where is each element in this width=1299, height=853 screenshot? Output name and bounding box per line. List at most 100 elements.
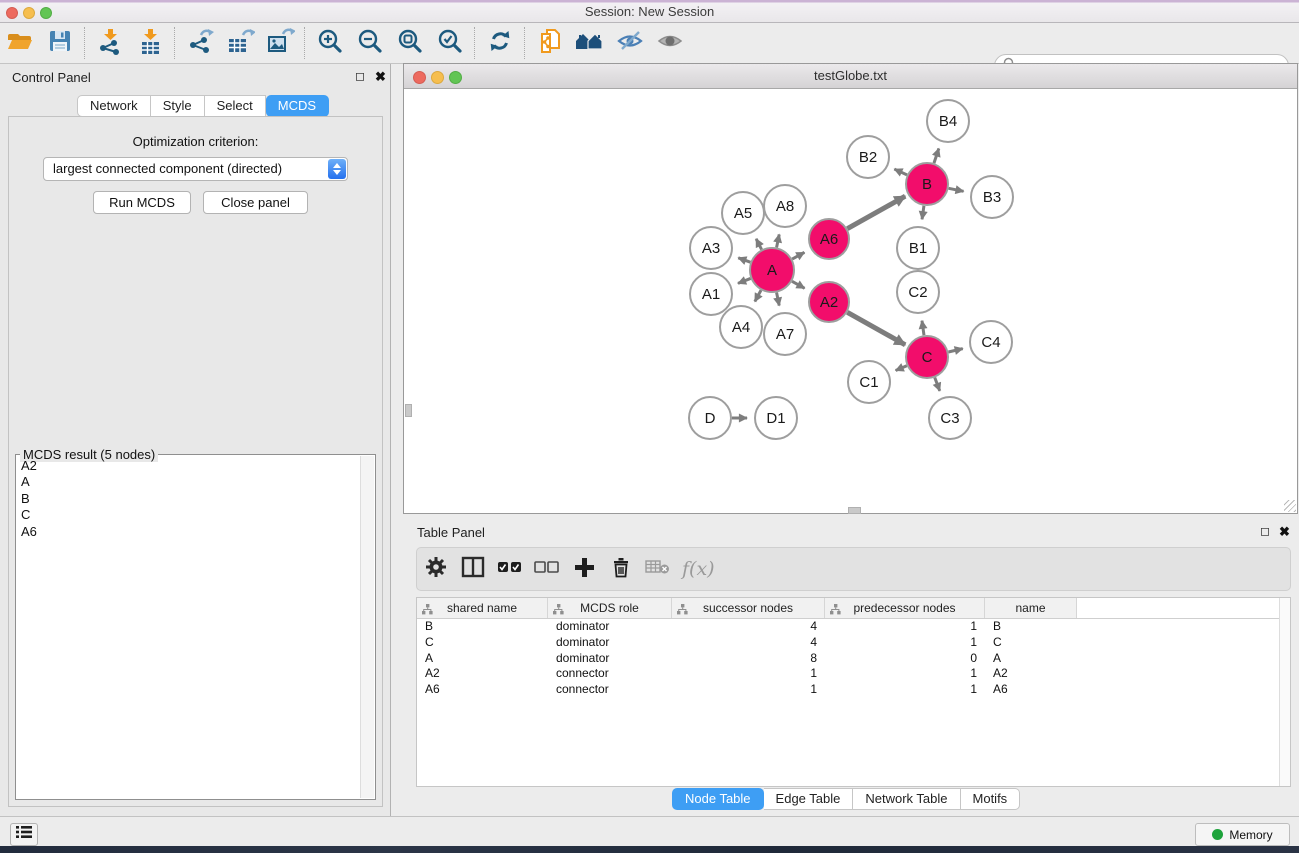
hide-unselected-button[interactable] [610,27,650,59]
duplicate-network-button[interactable] [530,27,570,59]
memory-button[interactable]: Memory [1195,823,1290,846]
close-table-panel-icon[interactable]: ✖ [1279,524,1290,540]
table-cell[interactable]: A2 [417,666,548,682]
table-cell[interactable]: connector [548,682,672,698]
edge-A-A6[interactable] [792,252,804,259]
table-cell[interactable]: A6 [417,682,548,698]
zoom-out-button[interactable] [350,27,390,59]
table-cell[interactable]: B [417,619,548,635]
edge-B-B1[interactable] [922,206,924,219]
export-table-button[interactable] [220,27,260,59]
table-cell[interactable]: 1 [825,635,985,651]
export-image-button[interactable] [260,27,300,59]
tab-style[interactable]: Style [151,95,205,117]
zoom-network-light[interactable] [449,71,462,84]
run-mcds-button[interactable]: Run MCDS [93,191,191,214]
tab-network[interactable]: Network [77,95,151,117]
table-cell[interactable]: A [985,651,1077,667]
close-panel-button[interactable]: Close panel [203,191,308,214]
delete-table-button[interactable] [639,553,676,585]
edge-C-C1[interactable] [896,366,907,371]
table-scrollbar[interactable] [1279,598,1290,786]
table-cell[interactable]: dominator [548,651,672,667]
table-cell[interactable]: dominator [548,635,672,651]
table-cell[interactable]: 1 [672,682,825,698]
refresh-button[interactable] [480,27,520,59]
result-item[interactable]: B [18,491,360,507]
save-button[interactable] [40,27,80,59]
float-table-panel-icon[interactable]: ◻ [1260,524,1270,538]
show-columns-button[interactable] [454,553,491,585]
table-cell[interactable]: A6 [985,682,1077,698]
edge-A6-B[interactable] [847,196,905,228]
tab-mcds[interactable]: MCDS [266,95,329,117]
table-cell[interactable]: 4 [672,635,825,651]
tab-network-table[interactable]: Network Table [853,788,960,810]
edge-A-A8[interactable] [777,234,780,247]
close-panel-icon[interactable]: ✖ [375,69,386,85]
edge-A-A2[interactable] [792,281,805,288]
zoom-window-light[interactable] [40,7,52,19]
edge-A-A3[interactable] [738,258,750,262]
table-cell[interactable]: A [417,651,548,667]
tab-motifs[interactable]: Motifs [961,788,1021,810]
show-all-button[interactable] [650,27,690,59]
canvas-hscrollbar[interactable] [848,507,861,514]
edge-B-B3[interactable] [949,188,964,191]
zoom-fit-button[interactable] [390,27,430,59]
tab-select[interactable]: Select [205,95,266,117]
select-all-button[interactable] [491,553,528,585]
column-header-name[interactable]: name [985,598,1077,618]
import-network-button[interactable] [90,27,130,59]
mcds-result-list[interactable]: A2ABCA6 [18,458,360,797]
result-item[interactable]: C [18,507,360,523]
table-cell[interactable]: 0 [825,651,985,667]
home-button[interactable] [570,27,610,59]
tab-node-table[interactable]: Node Table [672,788,764,810]
table-row[interactable]: Adominator80A [417,651,1290,667]
table-cell[interactable]: dominator [548,619,672,635]
result-scrollbar[interactable] [360,456,374,798]
edge-C-C2[interactable] [922,321,924,335]
edge-B-B2[interactable] [894,169,907,175]
table-cell[interactable]: 1 [672,666,825,682]
column-header-successor-nodes[interactable]: successor nodes [672,598,825,618]
table-cell[interactable]: 1 [825,619,985,635]
table-settings-button[interactable] [417,553,454,585]
canvas-vscrollbar[interactable] [405,404,412,417]
column-header-shared-name[interactable]: shared name [417,598,548,618]
edge-A2-C[interactable] [847,312,905,344]
close-window-light[interactable] [6,7,18,19]
resize-grip[interactable] [1284,500,1296,512]
tab-edge-table[interactable]: Edge Table [764,788,854,810]
deselect-all-button[interactable] [528,553,565,585]
network-canvas[interactable]: AA6A2BCA5A8A3A1A4A7B2B4B3B1C2C4C1C3DD1 [404,89,1297,513]
close-network-light[interactable] [413,71,426,84]
column-header-predecessor-nodes[interactable]: predecessor nodes [825,598,985,618]
float-panel-icon[interactable]: ◻ [355,69,365,83]
minimize-network-light[interactable] [431,71,444,84]
result-item[interactable]: A [18,474,360,490]
table-cell[interactable]: connector [548,666,672,682]
edge-B-B4[interactable] [934,149,939,164]
result-item[interactable]: A2 [18,458,360,474]
table-cell[interactable]: C [985,635,1077,651]
column-header-MCDS-role[interactable]: MCDS role [548,598,672,618]
edge-A-A4[interactable] [755,290,761,301]
table-cell[interactable]: 8 [672,651,825,667]
table-row[interactable]: A2connector11A2 [417,666,1290,682]
edge-A-A5[interactable] [756,239,761,250]
table-row[interactable]: Cdominator41C [417,635,1290,651]
zoom-selected-button[interactable] [430,27,470,59]
zoom-in-button[interactable] [310,27,350,59]
open-button[interactable] [0,27,40,59]
table-cell[interactable]: C [417,635,548,651]
table-row[interactable]: Bdominator41B [417,619,1290,635]
minimize-window-light[interactable] [23,7,35,19]
export-network-button[interactable] [180,27,220,59]
criterion-select[interactable]: largest connected component (directed) [43,157,348,181]
table-cell[interactable]: B [985,619,1077,635]
table-cell[interactable]: A2 [985,666,1077,682]
delete-column-button[interactable] [602,553,639,585]
import-table-button[interactable] [130,27,170,59]
